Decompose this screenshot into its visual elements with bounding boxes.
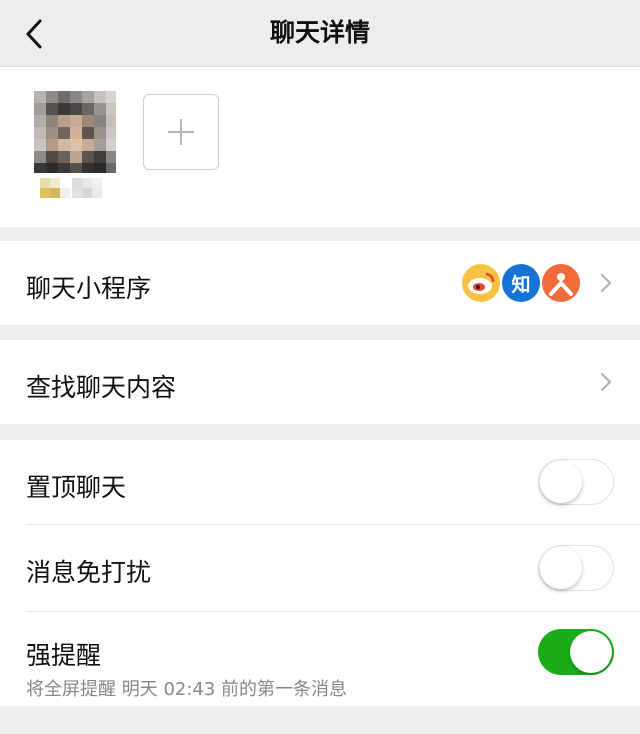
- strong-reminder-toggle[interactable]: [538, 629, 614, 675]
- search-chat-label: 查找聊天内容: [26, 373, 177, 402]
- mini-programs-row-content: 聊天小程序 知: [0, 241, 640, 325]
- mini-programs-label: 聊天小程序: [26, 274, 152, 303]
- pixelated-avatar-icon: [34, 91, 116, 173]
- mute-toggle[interactable]: [538, 545, 614, 591]
- avatar[interactable]: [34, 91, 116, 173]
- search-row-content: 查找聊天内容: [0, 340, 640, 424]
- page-title: 聊天详情: [269, 18, 370, 47]
- pixelated-name-icon: [40, 178, 102, 198]
- mute-label: 消息免打扰: [26, 558, 152, 587]
- mute-row: 消息免打扰: [0, 525, 640, 611]
- chat-mini-programs-row[interactable]: 聊天小程序 知: [0, 241, 640, 325]
- plus-icon: [168, 119, 194, 145]
- mini-program-icons: 知: [462, 264, 580, 302]
- strong-reminder-subtitle: 将全屏提醒 明天 02:43 前的第一条消息: [26, 679, 348, 700]
- add-member-button[interactable]: [143, 94, 219, 170]
- zhihu-icon-text: 知: [511, 273, 531, 296]
- chevron-right-icon: [600, 372, 612, 392]
- weibo-icon: [462, 264, 500, 302]
- toggle-knob: [540, 461, 582, 503]
- toggle-knob: [570, 631, 612, 673]
- pin-chat-toggle[interactable]: [538, 459, 614, 505]
- member-name: [34, 178, 114, 206]
- strong-reminder-row: 强提醒 将全屏提醒 明天 02:43 前的第一条消息: [0, 612, 640, 706]
- chevron-right-icon: [600, 273, 612, 293]
- pin-chat-label: 置顶聊天: [26, 473, 127, 502]
- weibo-glyph-icon: [468, 272, 495, 294]
- mini-program-glyph-icon: [549, 273, 573, 296]
- strong-reminder-label: 强提醒: [26, 641, 102, 670]
- members-section: [0, 67, 640, 227]
- search-chat-content-row[interactable]: 查找聊天内容: [0, 340, 640, 424]
- mini-program-icon: [542, 264, 580, 302]
- chat-settings-group: 置顶聊天 消息免打扰 强提醒 将全屏提醒 明天 02:43 前的第一条消息: [0, 440, 640, 706]
- navigation-bar: 聊天详情: [0, 0, 640, 67]
- toggle-knob: [540, 547, 582, 589]
- pin-chat-row: 置顶聊天: [0, 440, 640, 524]
- zhihu-icon: 知: [502, 264, 540, 302]
